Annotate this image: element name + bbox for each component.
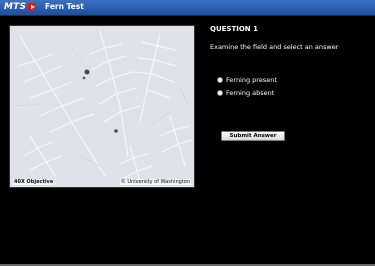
option-ferning-present[interactable]: Ferning present bbox=[217, 76, 277, 84]
objective-caption: 40X Objective bbox=[13, 179, 55, 185]
title-bar: MTS Fern Test bbox=[0, 0, 375, 16]
logo-text: MTS bbox=[4, 2, 27, 12]
question-prompt: Examine the field and select an answer bbox=[210, 43, 339, 51]
option-ferning-absent[interactable]: Ferning absent bbox=[217, 89, 274, 97]
mts-logo: MTS bbox=[4, 1, 37, 13]
option-label: Ferning absent bbox=[226, 89, 275, 97]
submit-answer-button[interactable]: Submit Answer bbox=[221, 131, 285, 141]
radio-button[interactable] bbox=[217, 90, 223, 96]
app-title: Fern Test bbox=[45, 2, 84, 11]
microscope-image: 40X Objective © University of Washington bbox=[9, 25, 195, 188]
option-label: Ferning present bbox=[226, 76, 277, 84]
question-heading: QUESTION 1 bbox=[210, 25, 258, 33]
copyright-caption: © University of Washington bbox=[119, 179, 191, 185]
play-icon bbox=[28, 3, 37, 11]
fern-pattern-image bbox=[10, 26, 194, 187]
radio-button[interactable] bbox=[217, 77, 223, 83]
